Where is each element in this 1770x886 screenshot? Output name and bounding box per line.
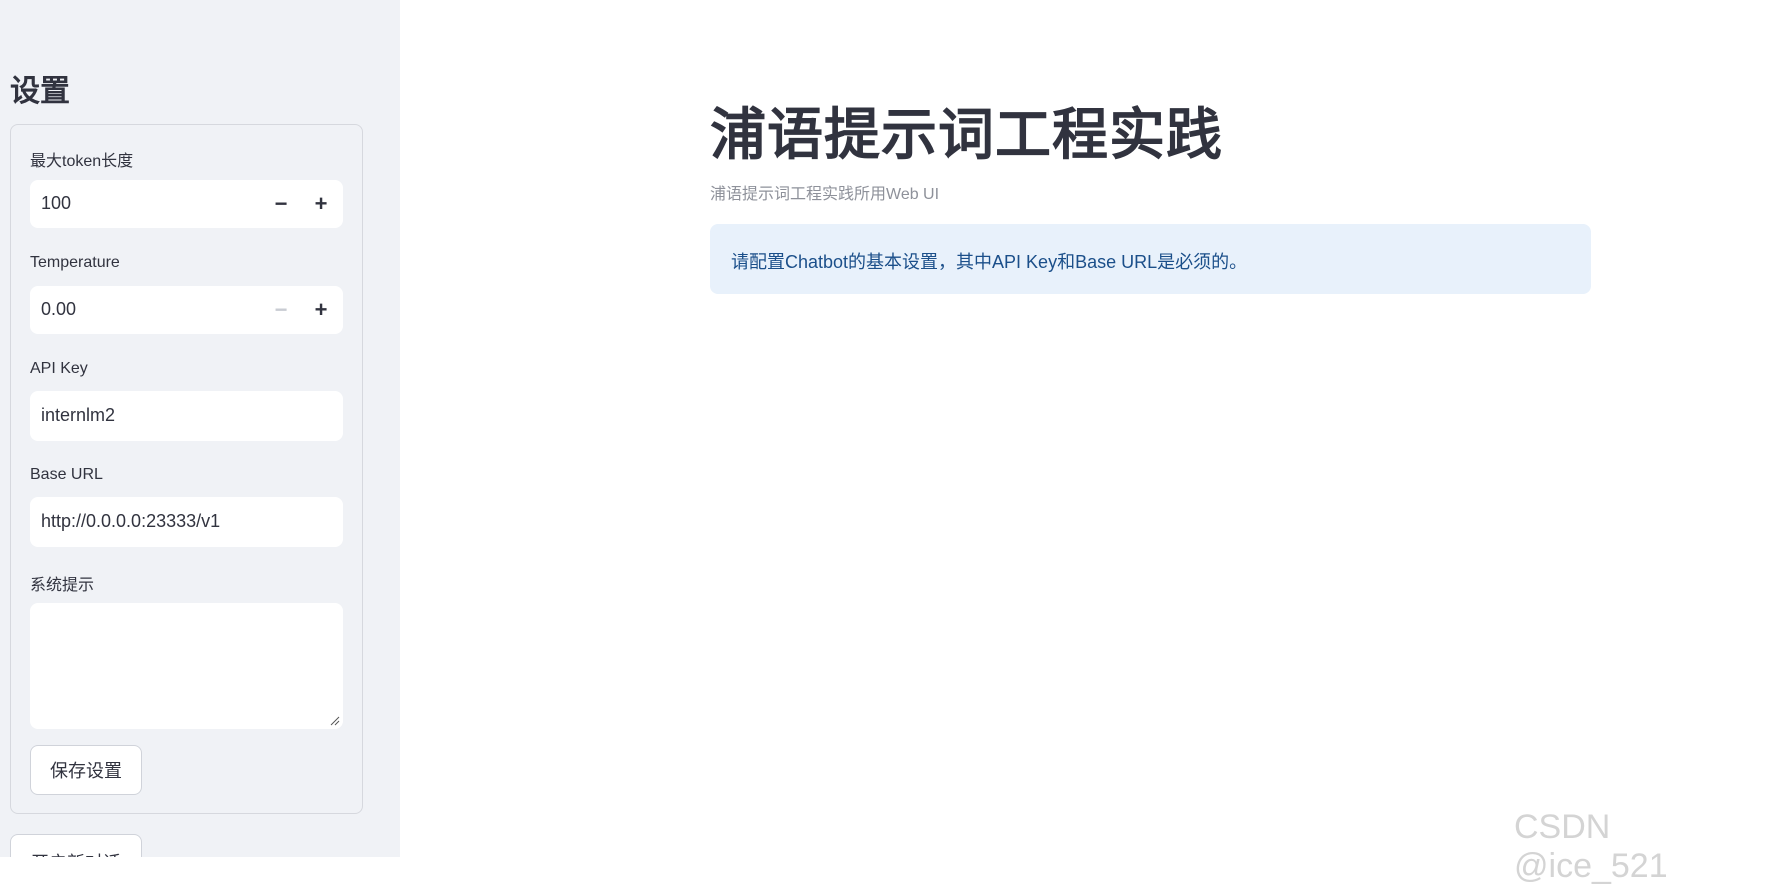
base-url-value[interactable]: http://0.0.0.0:23333/v1 — [41, 511, 220, 532]
temperature-increment-button[interactable]: + — [301, 286, 341, 334]
max-tokens-decrement-button[interactable]: − — [261, 180, 301, 228]
save-settings-button[interactable]: 保存设置 — [30, 745, 142, 795]
new-chat-button[interactable]: 开启新对话 — [10, 834, 142, 857]
minus-icon: − — [274, 191, 288, 216]
info-alert: 请配置Chatbot的基本设置，其中API Key和Base URL是必须的。 — [710, 224, 1591, 294]
temperature-input[interactable]: 0.00 − + — [30, 286, 343, 334]
temperature-decrement-button[interactable]: − — [261, 286, 301, 334]
minus-icon: − — [274, 297, 288, 322]
info-alert-text: 请配置Chatbot的基本设置，其中API Key和Base URL是必须的。 — [731, 252, 1248, 272]
sidebar-title: 设置 — [10, 75, 70, 108]
max-tokens-input[interactable]: 100 − + — [30, 180, 343, 228]
temperature-value[interactable]: 0.00 — [41, 299, 76, 320]
plus-icon: + — [314, 191, 328, 216]
page-title: 浦语提示词工程实践 — [710, 103, 1223, 166]
settings-form: 最大token长度 100 − + Temperature 0.00 − + A… — [10, 124, 363, 814]
system-prompt-textarea[interactable] — [30, 603, 343, 729]
api-key-label: API Key — [30, 360, 88, 377]
api-key-input[interactable]: internlm2 — [30, 391, 343, 441]
watermark: CSDN @ice_521 — [1514, 808, 1668, 885]
sidebar: 设置 最大token长度 100 − + Temperature 0.00 − … — [0, 0, 400, 857]
api-key-value[interactable]: internlm2 — [41, 405, 115, 426]
plus-icon: + — [314, 297, 328, 322]
page-subtitle: 浦语提示词工程实践所用Web UI — [710, 186, 940, 203]
max-tokens-increment-button[interactable]: + — [301, 180, 341, 228]
temperature-label: Temperature — [30, 254, 120, 271]
max-tokens-value[interactable]: 100 — [41, 193, 71, 214]
system-prompt-label: 系统提示 — [30, 577, 95, 594]
resize-handle-icon[interactable] — [330, 716, 340, 726]
base-url-input[interactable]: http://0.0.0.0:23333/v1 — [30, 497, 343, 547]
max-tokens-label: 最大token长度 — [30, 153, 134, 170]
base-url-label: Base URL — [30, 466, 103, 483]
